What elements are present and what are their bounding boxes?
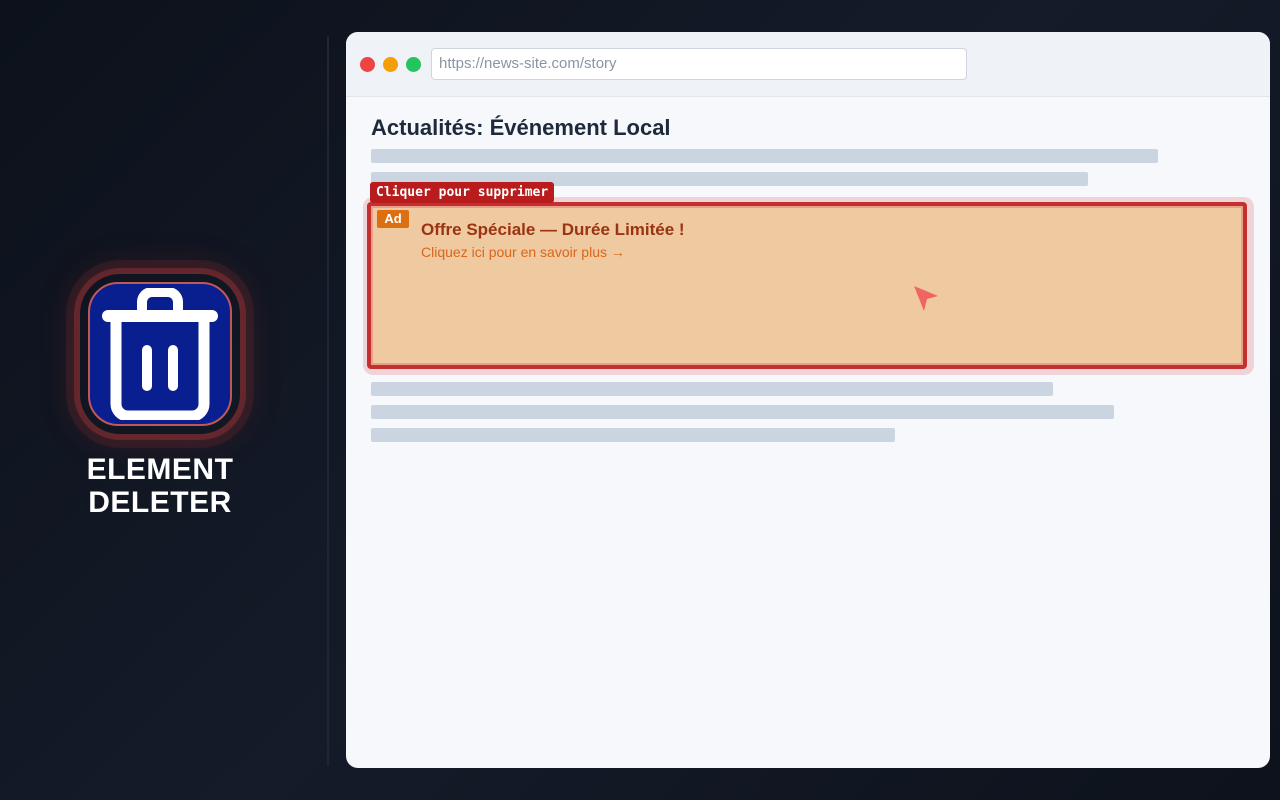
- text-placeholder-line: [371, 428, 895, 442]
- maximize-dot[interactable]: [406, 57, 421, 72]
- divider: [327, 36, 329, 766]
- trash-icon: [102, 288, 218, 420]
- ad-link[interactable]: Cliquez ici pour en savoir plus →: [421, 244, 625, 260]
- minimize-dot[interactable]: [383, 57, 398, 72]
- brand-panel: ELEMENT DELETER: [0, 0, 320, 800]
- ad-banner[interactable]: Ad Offre Spéciale — Durée Limitée ! Cliq…: [367, 202, 1247, 369]
- brand-name: ELEMENT DELETER: [0, 453, 320, 519]
- browser-window: https://news-site.com/story Actualités: …: [346, 32, 1270, 768]
- brand-name-line2: DELETER: [88, 486, 232, 519]
- close-dot[interactable]: [360, 57, 375, 72]
- text-placeholder-line: [371, 149, 1158, 163]
- pointer-cursor-icon: [914, 286, 938, 311]
- text-placeholder-line: [371, 382, 1053, 396]
- browser-toolbar: https://news-site.com/story: [346, 32, 1270, 97]
- text-placeholder-line: [371, 405, 1114, 419]
- ad-title: Offre Spéciale — Durée Limitée !: [421, 220, 685, 239]
- ad-badge: Ad: [377, 210, 409, 228]
- brand-name-line1: ELEMENT: [86, 453, 234, 486]
- page-title: Actualités: Événement Local: [371, 115, 671, 140]
- app-icon: [88, 282, 232, 426]
- delete-tooltip: Cliquer pour supprimer: [370, 182, 555, 203]
- address-bar[interactable]: https://news-site.com/story: [431, 48, 967, 80]
- app-icon-glow: [80, 274, 240, 434]
- screen: ELEMENT DELETER https://news-site.com/st…: [0, 0, 1280, 800]
